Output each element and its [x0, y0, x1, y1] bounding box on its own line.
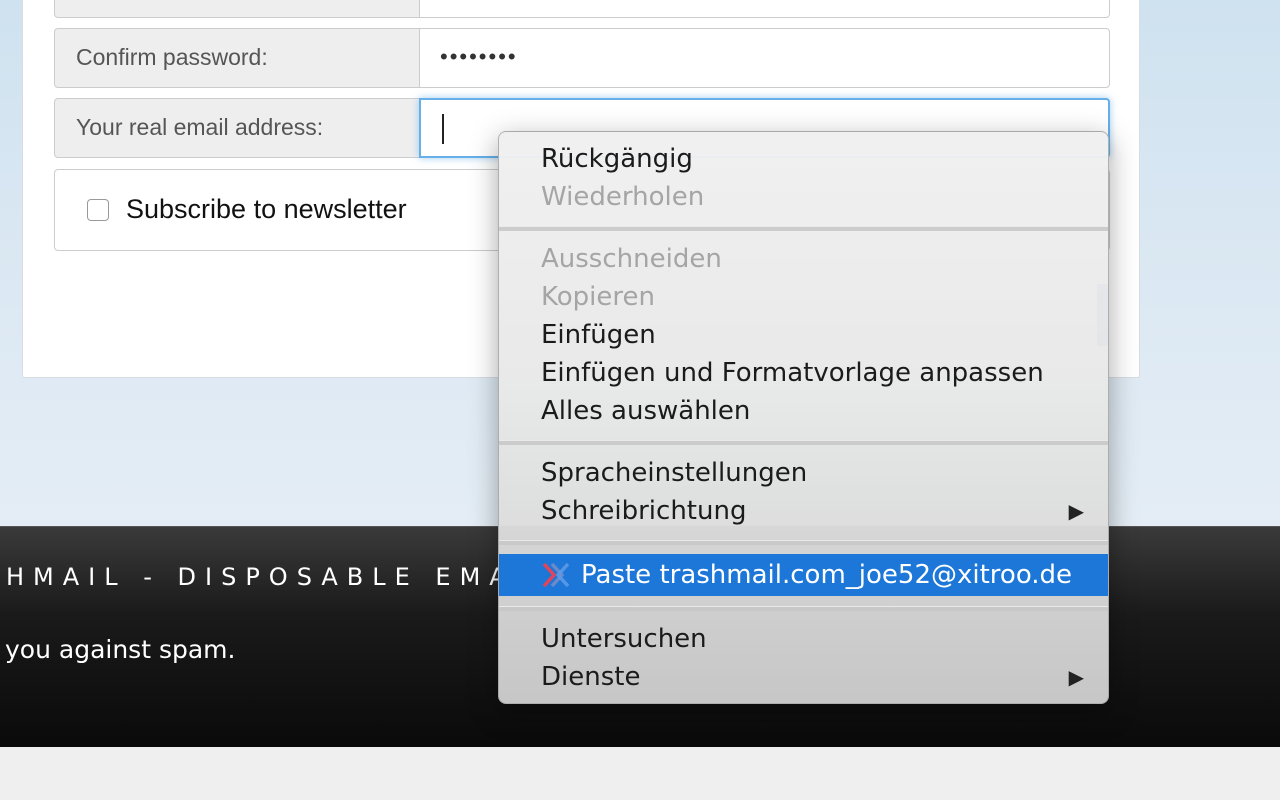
menu-item-paste-trashmail-label: Paste trashmail.com_joe52@xitroo.de: [581, 560, 1073, 590]
menu-item-select-all[interactable]: Alles auswählen: [499, 392, 1108, 430]
menu-separator: [499, 226, 1108, 231]
confirm-password-field[interactable]: ••••••••: [419, 28, 1110, 88]
menu-item-writing-direction-label: Schreibrichtung: [541, 496, 747, 526]
submenu-arrow-icon: ▶: [1068, 499, 1084, 523]
footer-text: you against spam.: [5, 635, 236, 664]
menu-separator: [499, 540, 1108, 545]
email-label: Your real email address:: [54, 98, 420, 158]
newsletter-checkbox[interactable]: [87, 199, 109, 221]
menu-item-redo[interactable]: Wiederholen: [499, 178, 1108, 216]
menu-separator: [499, 606, 1108, 611]
newsletter-label[interactable]: Subscribe to newsletter: [126, 194, 407, 225]
context-menu: Rückgängig Wiederholen Ausschneiden Kopi…: [498, 131, 1109, 704]
trashmail-extension-icon: [542, 562, 570, 588]
menu-item-services[interactable]: Dienste ▶: [499, 658, 1108, 696]
password-row: [54, 0, 1110, 18]
confirm-password-label: Confirm password:: [54, 28, 420, 88]
menu-item-writing-direction[interactable]: Schreibrichtung ▶: [499, 492, 1108, 530]
footer-title: HMAIL - DISPOSABLE EMAI: [6, 563, 531, 591]
text-caret: [442, 114, 444, 144]
menu-item-paste-trashmail[interactable]: Paste trashmail.com_joe52@xitroo.de: [499, 554, 1108, 596]
password-field[interactable]: [419, 0, 1110, 18]
menu-item-inspect[interactable]: Untersuchen: [499, 620, 1108, 658]
menu-item-paste[interactable]: Einfügen: [499, 316, 1108, 354]
confirm-password-row: Confirm password: ••••••••: [54, 28, 1110, 88]
menu-item-undo[interactable]: Rückgängig: [499, 140, 1108, 178]
menu-item-paste-match-style[interactable]: Einfügen und Formatvorlage anpassen: [499, 354, 1108, 392]
menu-separator: [499, 440, 1108, 445]
menu-item-services-label: Dienste: [541, 662, 641, 692]
submenu-arrow-icon: ▶: [1068, 665, 1084, 689]
menu-item-cut[interactable]: Ausschneiden: [499, 240, 1108, 278]
password-label: [54, 0, 420, 18]
menu-item-copy[interactable]: Kopieren: [499, 278, 1108, 316]
menu-item-spelling[interactable]: Spracheinstellungen: [499, 454, 1108, 492]
